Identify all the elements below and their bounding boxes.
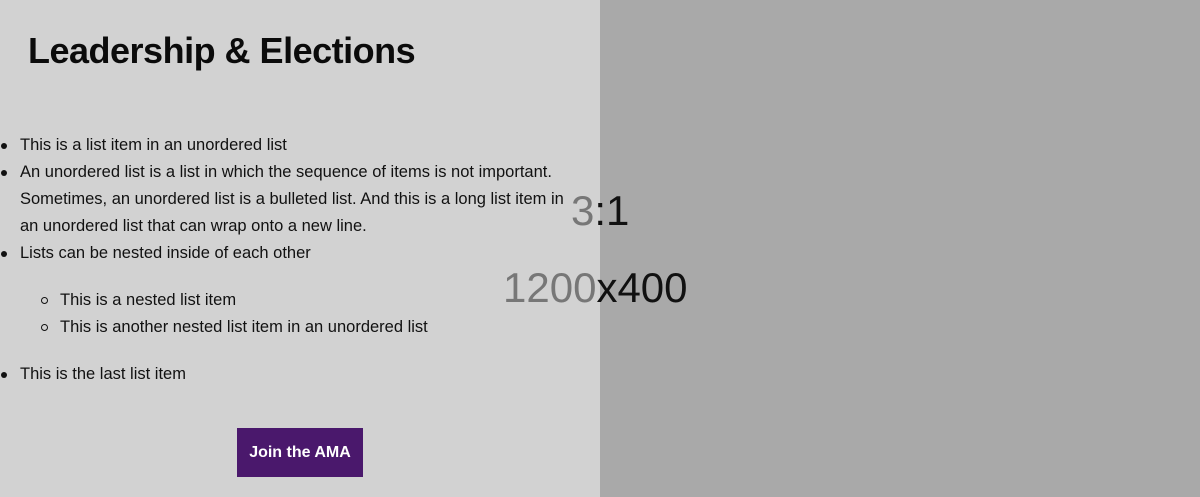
placeholder-ratio-rest: :1 — [594, 187, 630, 234]
unordered-list: This is a list item in an unordered list… — [0, 132, 580, 388]
list-item-text: An unordered list is a list in which the… — [20, 163, 564, 235]
bullet-icon — [1, 170, 7, 176]
circle-bullet-icon — [41, 297, 48, 304]
bullet-icon — [1, 372, 7, 378]
circle-bullet-icon — [41, 324, 48, 331]
list-item: This is a list item in an unordered list — [0, 132, 580, 159]
list-item: This is the last list item — [0, 361, 580, 388]
nested-list-item: This is another nested list item in an u… — [20, 314, 580, 341]
join-ama-button[interactable]: Join the AMA — [237, 428, 363, 477]
bullet-icon — [1, 251, 7, 257]
page-title: Leadership & Elections — [28, 30, 416, 71]
list-item-text: This is the last list item — [20, 365, 186, 383]
list-item: Lists can be nested inside of each other… — [0, 240, 580, 341]
nested-list-item-text: This is another nested list item in an u… — [60, 318, 428, 336]
nested-list: This is a nested list item This is anoth… — [20, 287, 580, 341]
image-placeholder — [600, 0, 1200, 497]
list-item: An unordered list is a list in which the… — [0, 159, 580, 240]
nested-list-item-text: This is a nested list item — [60, 291, 237, 309]
bullet-icon — [1, 143, 7, 149]
list-item-text: Lists can be nested inside of each other — [20, 244, 311, 262]
nested-list-item: This is a nested list item — [20, 287, 580, 314]
placeholder-size-rest: x400 — [596, 264, 688, 311]
list-item-text: This is a list item in an unordered list — [20, 136, 287, 154]
